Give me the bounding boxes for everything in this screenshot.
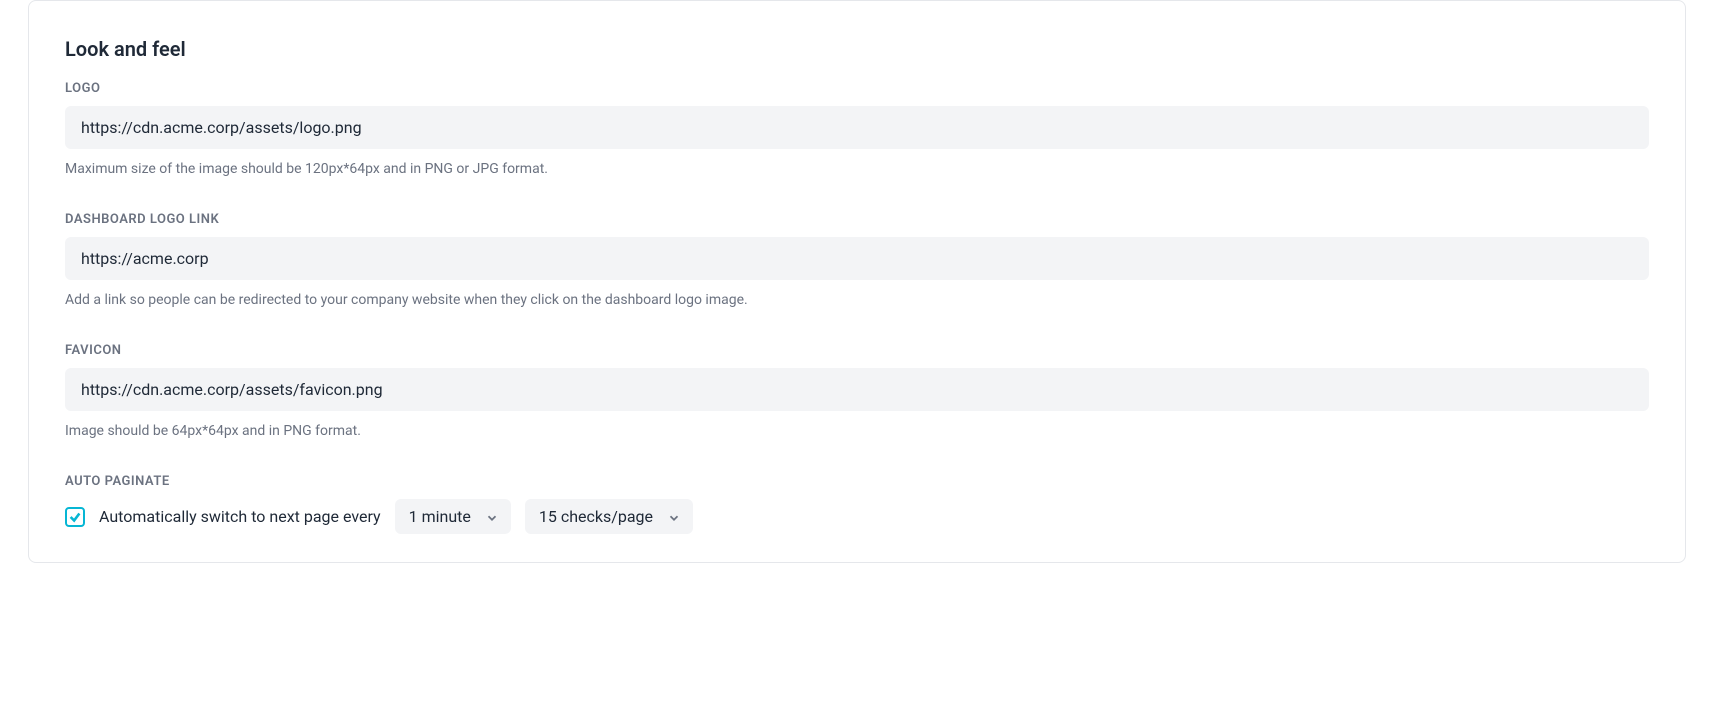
favicon-help-text: Image should be 64px*64px and in PNG for…	[65, 421, 1649, 442]
dashboard-logo-link-input[interactable]	[65, 237, 1649, 280]
auto-paginate-label: AUTO PAGINATE	[65, 474, 1649, 489]
logo-help-text: Maximum size of the image should be 120p…	[65, 159, 1649, 180]
per-page-select[interactable]: 15 checks/page	[525, 499, 693, 534]
logo-label: LOGO	[65, 81, 1649, 96]
dashboard-logo-link-help-text: Add a link so people can be redirected t…	[65, 290, 1649, 311]
auto-paginate-row: Automatically switch to next page every …	[65, 499, 1649, 534]
favicon-label: FAVICON	[65, 343, 1649, 358]
interval-select[interactable]: 1 minute	[395, 499, 511, 534]
section-title: Look and feel	[65, 37, 1649, 61]
favicon-input[interactable]	[65, 368, 1649, 411]
per-page-select-wrapper: 15 checks/page	[525, 499, 693, 534]
logo-input[interactable]	[65, 106, 1649, 149]
auto-paginate-checkbox-label: Automatically switch to next page every	[99, 507, 381, 526]
logo-field-group: LOGO Maximum size of the image should be…	[65, 81, 1649, 180]
auto-paginate-checkbox[interactable]	[65, 507, 85, 527]
dashboard-logo-link-field-group: DASHBOARD LOGO LINK Add a link so people…	[65, 212, 1649, 311]
check-icon	[68, 510, 82, 524]
interval-select-wrapper: 1 minute	[395, 499, 511, 534]
auto-paginate-field-group: AUTO PAGINATE Automatically switch to ne…	[65, 474, 1649, 534]
dashboard-logo-link-label: DASHBOARD LOGO LINK	[65, 212, 1649, 227]
look-and-feel-card: Look and feel LOGO Maximum size of the i…	[28, 0, 1686, 563]
favicon-field-group: FAVICON Image should be 64px*64px and in…	[65, 343, 1649, 442]
